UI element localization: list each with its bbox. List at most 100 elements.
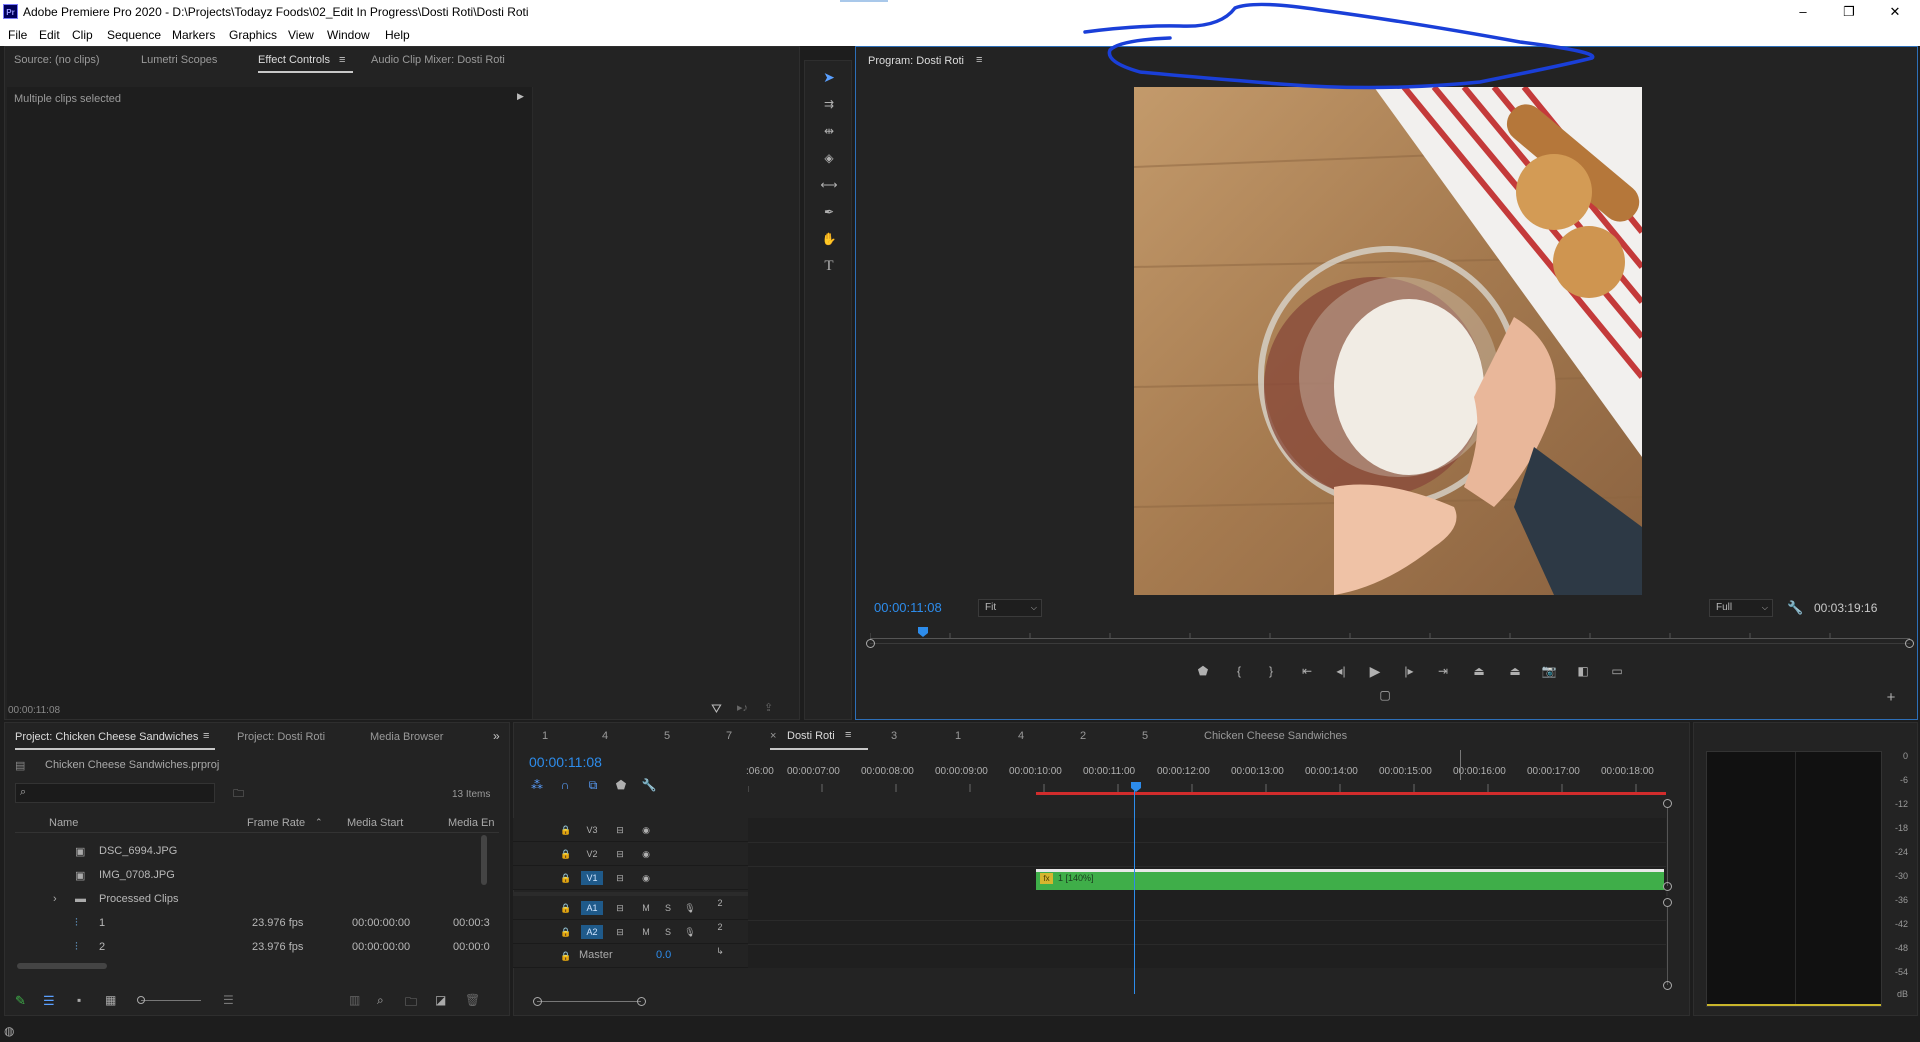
sort-icons-icon[interactable]: ☰ <box>223 993 234 1007</box>
mute-button[interactable]: M <box>635 901 657 915</box>
close-button[interactable]: ✕ <box>1872 0 1918 24</box>
lock-icon[interactable]: 🔒 <box>555 847 577 861</box>
horizontal-scrollbar[interactable] <box>17 963 107 969</box>
status-eye-icon[interactable]: ◍ <box>4 1024 14 1038</box>
tab-media-browser[interactable]: Media Browser <box>370 731 443 743</box>
tab-effect-controls[interactable]: Effect Controls <box>258 54 330 66</box>
eye-icon[interactable]: ◉ <box>635 847 657 861</box>
track-label-a2[interactable]: A2 <box>581 925 603 939</box>
tab-seq-4b[interactable]: 4 <box>1018 730 1024 742</box>
type-tool-icon[interactable]: T <box>820 258 838 274</box>
comparison-view-icon[interactable]: ◧ <box>1574 663 1592 679</box>
menu-markers[interactable]: Markers <box>172 28 215 42</box>
project-menu-icon[interactable]: ≡ <box>203 730 209 742</box>
track-label-v3[interactable]: V3 <box>581 823 603 837</box>
vscroll-track-video[interactable] <box>1667 808 1668 886</box>
add-marker-icon[interactable]: ⬟ <box>612 777 630 793</box>
more-panels-icon[interactable]: » <box>493 729 500 743</box>
restore-button[interactable]: ❐ <box>1826 0 1872 24</box>
tab-seq-3[interactable]: 3 <box>891 730 897 742</box>
extract-icon[interactable]: ⏏ <box>1506 663 1524 679</box>
track-label-v1[interactable]: V1 <box>581 871 603 885</box>
list-view-icon[interactable]: ☰ <box>43 993 55 1009</box>
timeline-menu-icon[interactable]: ≡ <box>845 729 851 741</box>
microphone-icon[interactable]: 🎙 <box>679 925 701 939</box>
mute-button[interactable]: M <box>635 925 657 939</box>
menu-clip[interactable]: Clip <box>72 28 93 42</box>
track-select-tool-icon[interactable]: ⇉ <box>820 96 838 112</box>
sync-lock-icon[interactable]: ⊟ <box>609 925 631 939</box>
pen-tool-icon[interactable]: ✒ <box>820 204 838 220</box>
nest-toggle-icon[interactable]: ⁂ <box>528 777 546 793</box>
effect-controls-menu-icon[interactable]: ≡ <box>339 54 345 66</box>
go-to-out-icon[interactable]: ⇥ <box>1434 663 1452 679</box>
zoom-bar[interactable] <box>870 643 1910 644</box>
menu-sequence[interactable]: Sequence <box>107 28 161 42</box>
menu-help[interactable]: Help <box>385 28 410 42</box>
safe-margins-icon[interactable]: ▭ <box>1608 663 1626 679</box>
button-editor-plus-icon[interactable]: + <box>1882 690 1900 706</box>
export-frame-camera-icon[interactable]: 📷 <box>1540 663 1558 679</box>
step-back-icon[interactable]: ◂| <box>1332 663 1350 679</box>
tab-seq-1b[interactable]: 1 <box>955 730 961 742</box>
new-bin-icon[interactable]: 🗀 <box>405 993 417 1014</box>
eye-icon[interactable]: ◉ <box>635 871 657 885</box>
tab-seq-5b[interactable]: 5 <box>1142 730 1148 742</box>
expand-chevron-icon[interactable]: › <box>53 893 57 905</box>
column-media-start[interactable]: Media Start <box>347 817 403 829</box>
filter-icon[interactable]: ⛛ <box>711 701 722 717</box>
master-volume[interactable]: 0.0 <box>656 949 671 961</box>
project-search-input[interactable]: ⌕ <box>15 783 215 803</box>
program-menu-icon[interactable]: ≡ <box>976 54 982 66</box>
lock-icon[interactable]: 🔒 <box>555 901 577 915</box>
zoom-handle-left[interactable] <box>866 639 875 648</box>
trash-icon[interactable]: 🗑 <box>465 993 480 1007</box>
zoom-handle-right[interactable] <box>1905 639 1914 648</box>
expand-arrow-icon[interactable]: ▶ <box>517 91 524 102</box>
go-to-in-icon[interactable]: ⇤ <box>1298 663 1316 679</box>
list-item[interactable]: ⫶ 1 23.976 fps 00:00:00:00 00:00:3 <box>19 911 490 935</box>
eye-icon[interactable]: ◉ <box>635 823 657 837</box>
export-icon[interactable]: ⇪ <box>764 701 773 714</box>
lock-icon[interactable]: 🔒 <box>555 823 577 837</box>
tab-chicken-cheese[interactable]: Chicken Cheese Sandwiches <box>1204 730 1347 742</box>
freeform-view-icon[interactable]: ▦ <box>105 993 116 1007</box>
hand-tool-icon[interactable]: ✋ <box>820 231 838 247</box>
timeline-hscroll[interactable] <box>537 1001 641 1002</box>
lock-icon[interactable]: 🔒 <box>555 925 577 939</box>
sync-lock-icon[interactable]: ⊟ <box>609 871 631 885</box>
master-output-icon[interactable]: ↳ <box>709 944 731 958</box>
tab-seq-5[interactable]: 5 <box>664 730 670 742</box>
solo-button[interactable]: S <box>657 901 679 915</box>
playback-resolution-select[interactable]: Full ⌵ <box>1709 599 1773 617</box>
linked-selection-icon[interactable]: ⧉ <box>584 777 602 793</box>
timeline-current-timecode[interactable]: 00:00:11:08 <box>529 754 602 770</box>
tab-audio-clip-mixer[interactable]: Audio Clip Mixer: Dosti Roti <box>371 54 505 66</box>
list-item[interactable]: ▣ IMG_0708.JPG <box>19 863 485 887</box>
sync-lock-icon[interactable]: ⊟ <box>609 901 631 915</box>
tab-source[interactable]: Source: (no clips) <box>14 54 100 66</box>
tab-dosti-roti[interactable]: Dosti Roti <box>787 730 835 742</box>
ripple-edit-tool-icon[interactable]: ⇹ <box>820 123 838 139</box>
menu-window[interactable]: Window <box>327 28 370 42</box>
step-forward-icon[interactable]: |▸ <box>1400 663 1418 679</box>
zoom-slider-handle[interactable] <box>137 996 145 1004</box>
zoom-level-select[interactable]: Fit ⌵ <box>978 599 1042 617</box>
menu-edit[interactable]: Edit <box>39 28 60 42</box>
column-media-end[interactable]: Media En <box>448 817 494 829</box>
snap-magnet-icon[interactable]: ∩ <box>556 777 574 793</box>
menu-view[interactable]: View <box>288 28 314 42</box>
hscroll-handle-right[interactable] <box>637 997 646 1006</box>
tab-project-dosti[interactable]: Project: Dosti Roti <box>237 731 325 743</box>
automate-to-sequence-icon[interactable]: ▥ <box>349 993 360 1007</box>
new-item-icon[interactable]: ◪ <box>435 993 446 1007</box>
write-protect-pencil-icon[interactable]: ✎ <box>15 993 26 1009</box>
vscroll-handle-mid[interactable] <box>1663 882 1672 891</box>
hscroll-handle-left[interactable] <box>533 997 542 1006</box>
vscroll-handle-audio-top[interactable] <box>1663 898 1672 907</box>
tab-seq-7[interactable]: 7 <box>726 730 732 742</box>
vscroll-handle-top[interactable] <box>1663 799 1672 808</box>
menu-file[interactable]: File <box>8 28 27 42</box>
minimize-button[interactable]: – <box>1780 0 1826 24</box>
vscroll-handle-bottom[interactable] <box>1663 981 1672 990</box>
